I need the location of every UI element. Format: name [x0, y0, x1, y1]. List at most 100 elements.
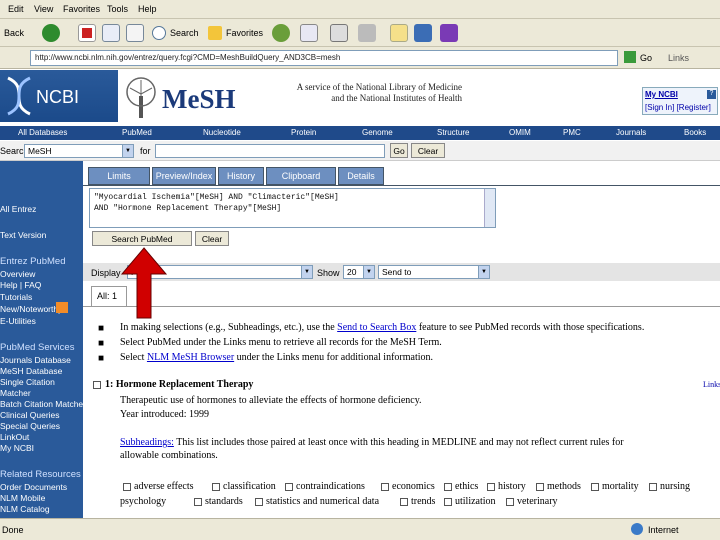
query-textarea[interactable]: "Myocardial Ischemia"[MeSH] AND "Climact…: [89, 188, 496, 228]
refresh-icon[interactable]: [102, 24, 120, 42]
search-icon[interactable]: [152, 26, 166, 40]
subheading-checkbox[interactable]: [444, 483, 452, 491]
clear-query-button[interactable]: Clear: [195, 231, 229, 246]
nav-protein[interactable]: Protein: [291, 128, 316, 137]
sidebar-special-queries[interactable]: Special Queries: [0, 421, 60, 431]
media-icon[interactable]: [440, 24, 458, 42]
go-search-button[interactable]: Go: [390, 143, 408, 158]
sidebar-e-utilities[interactable]: E-Utilities: [0, 316, 36, 326]
subheading-checkbox[interactable]: [506, 498, 514, 506]
subheading-checkbox[interactable]: [285, 483, 293, 491]
sidebar-linkout[interactable]: LinkOut: [0, 432, 29, 442]
nav-omim[interactable]: OMIM: [509, 128, 531, 137]
tab-limits[interactable]: Limits: [88, 167, 150, 185]
clear-search-button[interactable]: Clear: [411, 143, 445, 158]
sidebar-overview[interactable]: Overview: [0, 269, 35, 279]
subheading-checkbox[interactable]: [649, 483, 657, 491]
tab-clipboard[interactable]: Clipboard: [266, 167, 336, 185]
edit-icon[interactable]: [358, 24, 376, 42]
subheading-checkbox[interactable]: [400, 498, 408, 506]
subheading-label: classification: [223, 481, 276, 492]
sidebar-my-ncbi[interactable]: My NCBI: [0, 443, 34, 453]
go-button[interactable]: Go: [640, 53, 652, 63]
ncbi-logo[interactable]: NCBI: [0, 70, 118, 122]
query-scrollbar[interactable]: [484, 189, 495, 227]
subheading-checkbox[interactable]: [381, 483, 389, 491]
subheading-checkbox[interactable]: [123, 483, 131, 491]
sidebar-tutorials[interactable]: Tutorials: [0, 292, 32, 302]
menu-favorites[interactable]: Favorites: [63, 4, 100, 14]
subheading-checkbox[interactable]: [591, 483, 599, 491]
tab-history[interactable]: History: [218, 167, 264, 185]
sidebar-nlm-mobile[interactable]: NLM Mobile: [0, 493, 45, 503]
sidebar-nlm-catalog[interactable]: NLM Catalog: [0, 504, 50, 514]
subheading-label: ethics: [455, 481, 479, 492]
nav-all-databases[interactable]: All Databases: [18, 128, 67, 137]
subheading-label: psychology: [120, 496, 167, 507]
show-count-value: 20: [347, 267, 357, 277]
result-checkbox[interactable]: [93, 381, 101, 389]
subheading-checkbox[interactable]: [212, 483, 220, 491]
sidebar-text-version[interactable]: Text Version: [0, 230, 46, 240]
nlm-mesh-browser-link[interactable]: NLM MeSH Browser: [147, 352, 234, 363]
sidebar-matcher[interactable]: Matcher: [0, 388, 31, 398]
menu-tools[interactable]: Tools: [107, 4, 128, 14]
tab-preview-index[interactable]: Preview/Index: [152, 167, 216, 185]
tab-details[interactable]: Details: [338, 167, 384, 185]
subheadings-link[interactable]: Subheadings:: [120, 437, 174, 448]
subheading-checkbox[interactable]: [255, 498, 263, 506]
rss-icon[interactable]: [56, 302, 68, 313]
red-arrow-annotation: [120, 247, 168, 319]
my-ncbi-link[interactable]: My NCBI: [645, 90, 678, 99]
nav-books[interactable]: Books: [684, 128, 706, 137]
sign-in-register-link[interactable]: [Sign In] [Register]: [645, 103, 711, 112]
address-input[interactable]: http://www.ncbi.nlm.nih.gov/entrez/query…: [30, 50, 618, 66]
send-to-select[interactable]: Send to ▼: [378, 265, 490, 279]
sidebar-mesh-database[interactable]: MeSH Database: [0, 366, 62, 376]
history-icon[interactable]: [272, 24, 290, 42]
favorites-icon[interactable]: [208, 26, 222, 40]
print-icon[interactable]: [330, 24, 348, 42]
help-icon[interactable]: ?: [707, 90, 716, 99]
nav-genome[interactable]: Genome: [362, 128, 393, 137]
search-button[interactable]: Search: [170, 28, 199, 38]
nav-pmc[interactable]: PMC: [563, 128, 581, 137]
favorites-button[interactable]: Favorites: [226, 28, 263, 38]
messenger-icon[interactable]: [414, 24, 432, 42]
go-arrow-icon[interactable]: [624, 51, 636, 63]
database-select[interactable]: MeSH ▼: [24, 144, 134, 158]
sidebar-batch-citation-matcher[interactable]: Batch Citation Matcher: [0, 399, 86, 409]
menu-help[interactable]: Help: [138, 4, 157, 14]
nav-pubmed[interactable]: PubMed: [122, 128, 152, 137]
stop-icon[interactable]: [78, 24, 96, 42]
search-pubmed-button[interactable]: Search PubMed: [92, 231, 192, 246]
subheading-checkbox[interactable]: [194, 498, 202, 506]
sidebar-journals-database[interactable]: Journals Database: [0, 355, 71, 365]
menu-edit[interactable]: Edit: [8, 4, 24, 14]
nav-journals[interactable]: Journals: [616, 128, 646, 137]
links-button[interactable]: Links: [668, 53, 689, 63]
sidebar-help-faq[interactable]: Help | FAQ: [0, 280, 41, 290]
nav-structure[interactable]: Structure: [437, 128, 469, 137]
subheading-checkbox[interactable]: [536, 483, 544, 491]
sidebar-single-citation[interactable]: Single Citation: [0, 377, 55, 387]
subheading-checkbox[interactable]: [444, 498, 452, 506]
nav-nucleotide[interactable]: Nucleotide: [203, 128, 241, 137]
home-icon[interactable]: [126, 24, 144, 42]
sidebar-all-entrez[interactable]: All Entrez: [0, 204, 36, 214]
sidebar-new-noteworthy[interactable]: New/Noteworthy: [0, 304, 62, 314]
forward-icon[interactable]: [42, 24, 60, 42]
sidebar-clinical-queries[interactable]: Clinical Queries: [0, 410, 60, 420]
subheading-label: methods: [547, 481, 581, 492]
mail-icon[interactable]: [300, 24, 318, 42]
show-count-select[interactable]: 20 ▼: [343, 265, 375, 279]
bullet-1-text-end: feature to see PubMed records with those…: [416, 322, 645, 333]
links-menu[interactable]: Links: [703, 380, 720, 389]
search-input[interactable]: [155, 144, 385, 158]
subheading-checkbox[interactable]: [487, 483, 495, 491]
note-icon[interactable]: [390, 24, 408, 42]
send-to-search-box-link[interactable]: Send to Search Box: [337, 322, 416, 333]
back-button[interactable]: Back: [4, 28, 24, 38]
sidebar-order-documents[interactable]: Order Documents: [0, 482, 67, 492]
menu-view[interactable]: View: [34, 4, 53, 14]
